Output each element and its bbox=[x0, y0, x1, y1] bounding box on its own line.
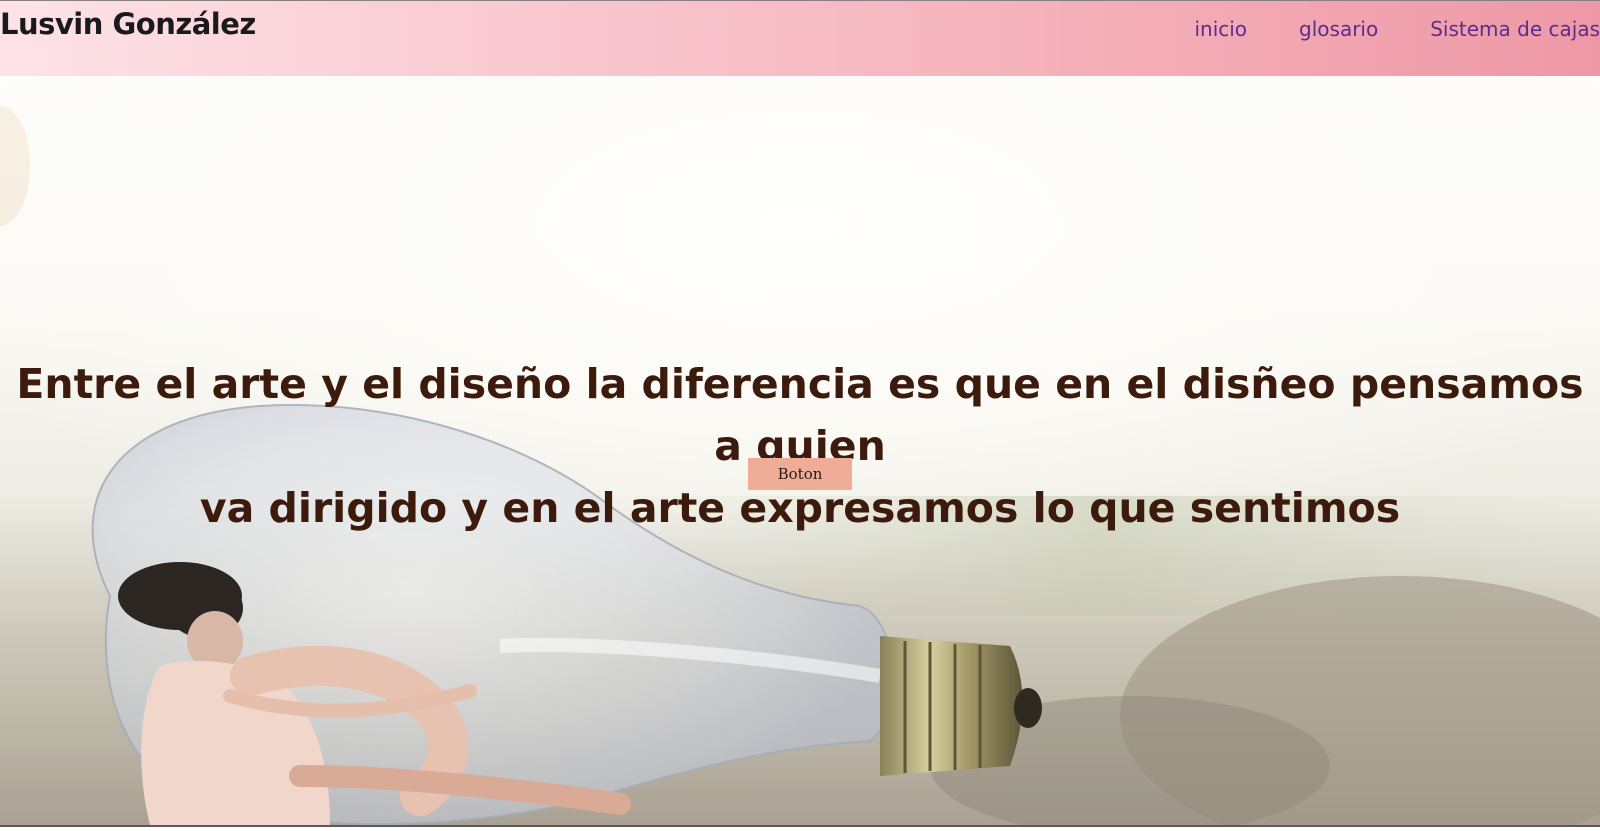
main-nav: inicio glosario Sistema de cajas bbox=[1142, 17, 1600, 41]
hero-headline-line-1: Entre el arte y el diseño la diferencia … bbox=[16, 360, 1584, 471]
site-header: Lusvin González inicio glosario Sistema … bbox=[0, 0, 1600, 76]
nav-link-glosario[interactable]: glosario bbox=[1299, 17, 1378, 41]
bottom-divider bbox=[0, 825, 1600, 831]
hero-headline-line-2: va dirigido y en el arte expresamos lo q… bbox=[199, 484, 1401, 533]
hero-section: Entre el arte y el diseño la diferencia … bbox=[0, 76, 1600, 825]
blur-spot bbox=[0, 106, 30, 226]
hero-cta-button[interactable]: Boton bbox=[748, 458, 852, 490]
hero-headline: Entre el arte y el diseño la diferencia … bbox=[0, 353, 1600, 539]
page: Lusvin González inicio glosario Sistema … bbox=[0, 0, 1600, 831]
nav-link-sistema-de-cajas[interactable]: Sistema de cajas bbox=[1430, 17, 1600, 41]
nav-link-inicio[interactable]: inicio bbox=[1194, 17, 1247, 41]
site-brand[interactable]: Lusvin González bbox=[0, 7, 256, 41]
